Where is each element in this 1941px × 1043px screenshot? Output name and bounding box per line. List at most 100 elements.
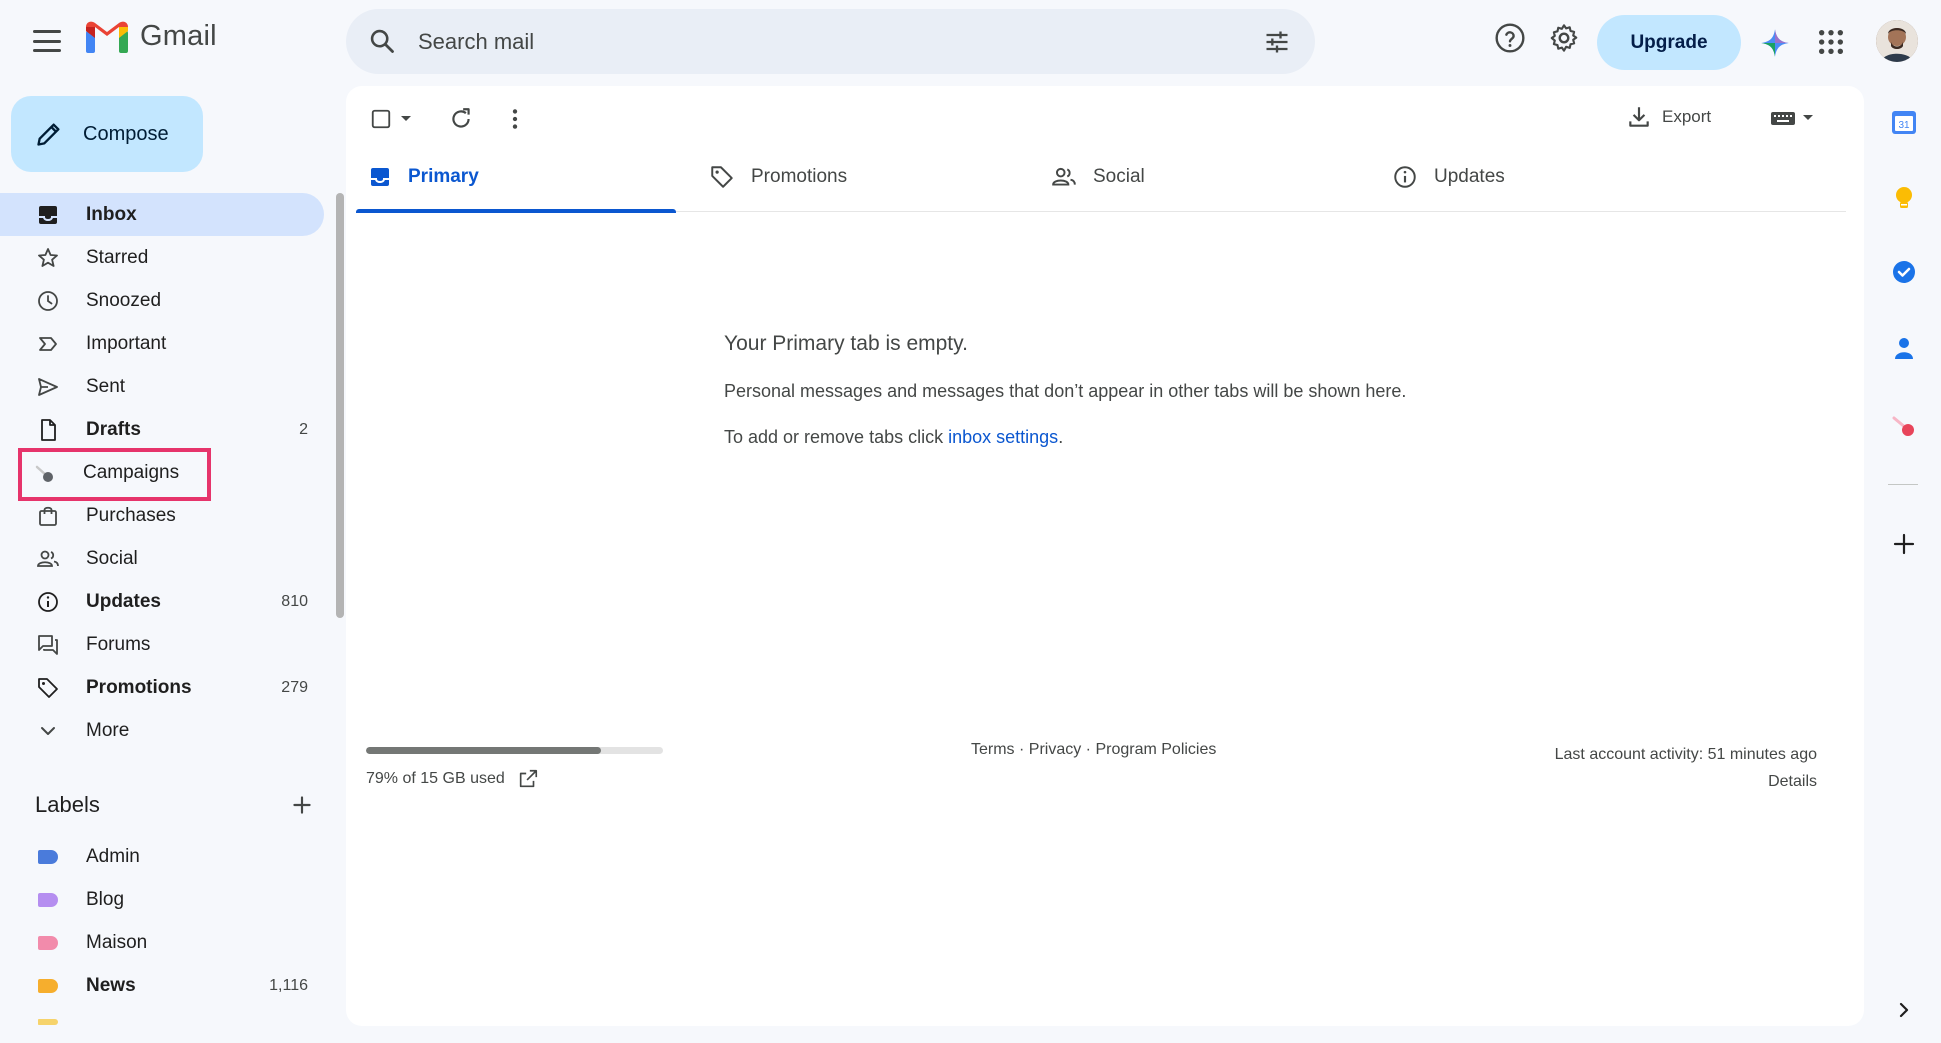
labels-list: Admin Blog Maison News 1,116 <box>0 835 324 1043</box>
caret-down-icon <box>1803 115 1813 120</box>
last-activity-text: Last account activity: 51 minutes ago <box>1554 746 1817 763</box>
select-all-checkbox[interactable] <box>370 108 412 130</box>
apps-grid-icon[interactable] <box>1817 28 1845 56</box>
contacts-person-icon[interactable] <box>1890 334 1918 362</box>
compose-button[interactable]: Compose <box>11 96 203 172</box>
chevron-right-icon[interactable] <box>1890 996 1918 1024</box>
tag-icon <box>711 166 733 188</box>
sidebar-item-snoozed[interactable]: Snoozed <box>0 279 324 322</box>
pencil-icon <box>37 123 60 146</box>
info-icon <box>1394 166 1416 188</box>
labels-title: Labels <box>35 792 100 817</box>
footer-links: Terms · Privacy · Program Policies <box>971 741 1217 758</box>
gemini-spark-icon[interactable] <box>1760 28 1790 58</box>
search-options-icon[interactable] <box>1263 28 1291 56</box>
file-icon <box>41 419 56 441</box>
active-tab-indicator <box>356 209 676 213</box>
label-item-maison[interactable]: Maison <box>0 921 324 964</box>
add-label-icon[interactable] <box>289 792 315 818</box>
gmail-logo[interactable]: Gmail <box>86 20 217 53</box>
details-link[interactable]: Details <box>1555 768 1817 795</box>
storage-usage-bar <box>366 747 663 754</box>
label-tag-icon <box>38 893 58 907</box>
export-button[interactable]: Export <box>1626 104 1711 130</box>
clock-icon <box>38 291 58 311</box>
calendar-icon[interactable]: 31 <box>1890 108 1918 136</box>
tab-updates[interactable]: Updates <box>1380 142 1710 212</box>
tab-primary[interactable]: Primary <box>356 142 686 213</box>
sidebar-item-inbox[interactable]: Inbox <box>0 193 324 236</box>
rail-divider <box>1888 484 1918 485</box>
upgrade-button[interactable]: Upgrade <box>1597 15 1741 70</box>
sidebar-item-drafts[interactable]: Drafts 2 <box>0 408 324 451</box>
label-tag-icon <box>38 850 58 864</box>
tasks-check-icon[interactable] <box>1890 258 1918 286</box>
label-item-partial[interactable] <box>0 1007 324 1043</box>
label-item-news[interactable]: News 1,116 <box>0 964 324 1007</box>
campaigns-highlight-box <box>18 448 211 501</box>
download-icon <box>1629 107 1649 127</box>
tag-icon <box>38 678 58 698</box>
input-tools-button[interactable] <box>1770 108 1814 128</box>
label-tag-icon <box>38 936 58 950</box>
keyboard-icon <box>1771 112 1795 125</box>
program-policies-link[interactable]: Program Policies <box>1095 741 1216 758</box>
main-menu-icon[interactable] <box>30 26 64 56</box>
empty-state: Your Primary tab is empty. Personal mess… <box>724 332 1406 448</box>
tab-promotions[interactable]: Promotions <box>697 142 1027 212</box>
campaigns-addon-icon[interactable] <box>1890 412 1918 440</box>
search-input[interactable] <box>418 9 1198 74</box>
more-vert-icon[interactable] <box>502 106 528 132</box>
keep-bulb-icon[interactable] <box>1890 184 1918 212</box>
important-icon <box>39 337 57 351</box>
storage-usage-fill <box>366 747 601 754</box>
info-icon <box>38 592 58 612</box>
settings-gear-icon[interactable] <box>1548 22 1580 54</box>
main-panel: Export Primary Promotions Social Updates… <box>346 86 1864 1026</box>
top-bar: Gmail Upgrade <box>0 0 1941 84</box>
chevron-down-icon <box>41 727 55 735</box>
refresh-icon[interactable] <box>448 106 474 132</box>
account-activity: Last account activity: 51 minutes ago De… <box>1555 741 1817 795</box>
label-item-blog[interactable]: Blog <box>0 878 324 921</box>
svg-text:31: 31 <box>1898 120 1910 131</box>
sidebar-item-forums[interactable]: Forums <box>0 623 324 666</box>
sidebar-item-promotions[interactable]: Promotions 279 <box>0 666 324 709</box>
labels-header: Labels <box>35 792 315 822</box>
caret-down-icon[interactable] <box>400 113 412 125</box>
label-item-admin[interactable]: Admin <box>0 835 324 878</box>
privacy-link[interactable]: Privacy <box>1029 741 1081 758</box>
category-tabs: Primary Promotions Social Updates <box>356 142 1846 213</box>
open-in-new-icon[interactable] <box>517 768 539 790</box>
people-icon <box>37 550 59 567</box>
sidebar-item-updates[interactable]: Updates 810 <box>0 580 324 623</box>
inbox-icon <box>371 168 389 186</box>
help-icon[interactable] <box>1494 22 1526 54</box>
label-tag-icon <box>38 979 58 993</box>
sidebar-item-important[interactable]: Important <box>0 322 324 365</box>
promotions-count: 279 <box>281 678 308 696</box>
storage-usage: 79% of 15 GB used <box>366 768 539 790</box>
sidebar-item-more[interactable]: More <box>0 709 324 752</box>
search-bar[interactable] <box>346 9 1315 74</box>
forum-icon <box>38 635 58 655</box>
terms-link[interactable]: Terms <box>971 741 1015 758</box>
app-name: Gmail <box>140 20 217 52</box>
news-count: 1,116 <box>269 976 308 994</box>
label-tag-icon <box>38 1019 58 1025</box>
sidebar-item-social[interactable]: Social <box>0 537 324 580</box>
sidebar-item-sent[interactable]: Sent <box>0 365 324 408</box>
tab-social[interactable]: Social <box>1039 142 1369 212</box>
star-icon <box>38 248 58 267</box>
search-icon[interactable] <box>368 27 396 55</box>
inbox-settings-link[interactable]: inbox settings <box>948 427 1058 447</box>
inbox-icon <box>39 206 57 224</box>
account-avatar[interactable] <box>1876 20 1918 62</box>
add-addon-icon[interactable] <box>1890 530 1918 558</box>
sidebar-scrollbar[interactable] <box>336 193 344 618</box>
sidebar-item-starred[interactable]: Starred <box>0 236 324 279</box>
export-label: Export <box>1662 107 1712 126</box>
empty-state-hint: To add or remove tabs click inbox settin… <box>724 427 1064 447</box>
bag-icon <box>39 506 57 526</box>
empty-state-description: Personal messages and messages that don’… <box>724 381 1407 401</box>
